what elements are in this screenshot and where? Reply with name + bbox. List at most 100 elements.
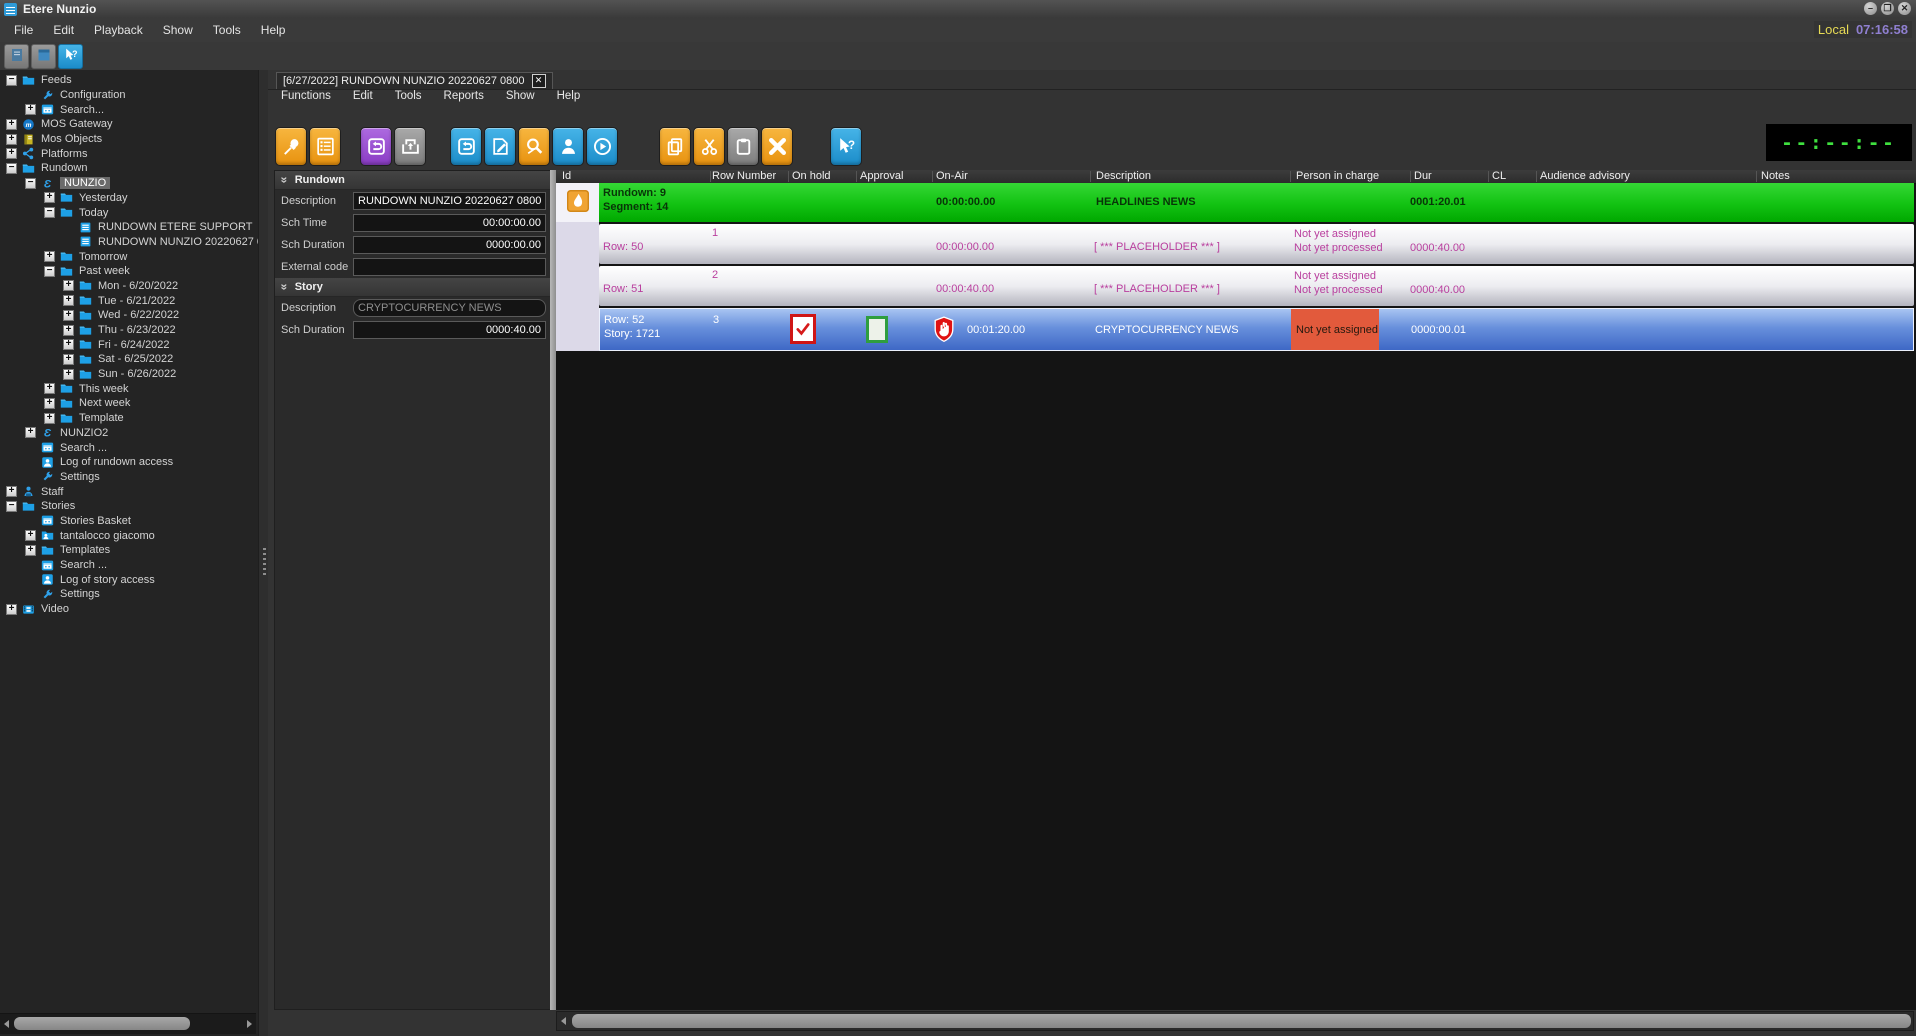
tree-item-past-week[interactable]: − Past week xyxy=(0,264,258,279)
column-separator[interactable] xyxy=(788,171,789,182)
column-header-on-air[interactable]: On-Air xyxy=(936,170,968,183)
menu-playback[interactable]: Playback xyxy=(84,23,153,37)
plus-expander-icon[interactable]: + xyxy=(63,280,74,292)
column-header-on-hold[interactable]: On hold xyxy=(792,170,831,183)
tree-item-next-week[interactable]: + Next week xyxy=(0,396,258,411)
tree-item-configuration[interactable]: Configuration xyxy=(0,88,258,103)
story-row-row-50[interactable]: 1 Row: 50 00:00:00.00 [ *** PLACEHOLDER ***… xyxy=(599,224,1914,264)
tree-item-stories[interactable]: − Stories xyxy=(0,499,258,514)
menu-file[interactable]: File xyxy=(4,23,43,37)
story-section-header[interactable]: » Story xyxy=(275,278,555,297)
tree-item-rundown-etere-support[interactable]: RUNDOWN ETERE SUPPORT xyxy=(0,220,258,235)
plus-expander-icon[interactable]: + xyxy=(6,148,17,160)
column-header-approval[interactable]: Approval xyxy=(860,170,903,183)
close-button[interactable]: ✕ xyxy=(1898,2,1911,15)
tree-item-nunzio2[interactable]: + Ɛ NUNZIO2 xyxy=(0,426,258,441)
column-separator[interactable] xyxy=(856,171,857,182)
delete-button[interactable] xyxy=(761,126,793,166)
story-row-selected[interactable]: Row: 52 Story: 1721 3 00:01:20.00 CRYPTOCURR… xyxy=(599,308,1914,351)
column-separator[interactable] xyxy=(932,171,933,182)
column-header-cl[interactable]: CL xyxy=(1492,170,1506,183)
tab-close-icon[interactable]: ✕ xyxy=(531,74,546,88)
restore-button[interactable]: ❐ xyxy=(1881,2,1894,15)
scroll-left-arrow-icon[interactable] xyxy=(561,1017,566,1025)
tree-item-wed-6-22-2022[interactable]: + Wed - 6/22/2022 xyxy=(0,308,258,323)
menu-edit[interactable]: Edit xyxy=(43,23,84,37)
playout-button[interactable] xyxy=(586,126,618,166)
plus-expander-icon[interactable]: + xyxy=(63,353,74,365)
column-separator[interactable] xyxy=(1536,171,1537,182)
rundown-description-input[interactable] xyxy=(353,192,546,210)
external-code-input[interactable] xyxy=(353,258,546,276)
copy-button[interactable] xyxy=(659,126,691,166)
doc-menu-reports[interactable]: Reports xyxy=(433,90,495,106)
tree-item-settings[interactable]: Settings xyxy=(0,470,258,485)
minus-expander-icon[interactable]: − xyxy=(44,207,55,219)
tree-item-staff[interactable]: + Staff xyxy=(0,484,258,499)
column-separator[interactable] xyxy=(1488,171,1489,182)
column-header-row-number[interactable]: Row Number xyxy=(712,170,776,183)
tree-item-settings[interactable]: Settings xyxy=(0,587,258,602)
menu-show[interactable]: Show xyxy=(153,23,203,37)
doc-menu-tools[interactable]: Tools xyxy=(384,90,433,106)
minus-expander-icon[interactable]: − xyxy=(44,265,55,277)
doc-menu-functions[interactable]: Functions xyxy=(270,90,342,106)
plus-expander-icon[interactable]: + xyxy=(44,383,55,395)
tree-item-stories-basket[interactable]: Stories Basket xyxy=(0,514,258,529)
tree-item-tantalocco-giacomo[interactable]: + tantalocco giacomo xyxy=(0,528,258,543)
context-help-button[interactable]: ? xyxy=(58,44,83,69)
plus-expander-icon[interactable]: + xyxy=(63,324,74,336)
column-header-person-in-charge[interactable]: Person in charge xyxy=(1296,170,1379,183)
column-separator[interactable] xyxy=(1410,171,1411,182)
plus-expander-icon[interactable]: + xyxy=(6,603,17,615)
segment-row[interactable]: Rundown: 9 Segment: 14 00:00:00.00 HEADLINE… xyxy=(599,183,1914,222)
tree-horizontal-scrollbar[interactable] xyxy=(0,1013,256,1034)
grid-horizontal-scrollbar[interactable] xyxy=(556,1011,1914,1031)
minus-expander-icon[interactable]: − xyxy=(6,162,17,174)
doc-menu-show[interactable]: Show xyxy=(495,90,546,106)
tree-item-feeds[interactable]: − Feeds xyxy=(0,73,258,88)
tree-item-nunzio[interactable]: − Ɛ NUNZIO xyxy=(0,176,258,191)
tree-item-platforms[interactable]: + Platforms xyxy=(0,146,258,161)
plus-expander-icon[interactable]: + xyxy=(44,251,55,263)
tree-item-search[interactable]: Search ... xyxy=(0,440,258,455)
plus-expander-icon[interactable]: + xyxy=(63,295,74,307)
column-header-notes[interactable]: Notes xyxy=(1761,170,1790,183)
column-header-id[interactable]: Id xyxy=(562,170,571,183)
tree-item-fri-6-24-2022[interactable]: + Fri - 6/24/2022 xyxy=(0,337,258,352)
move-story-button[interactable] xyxy=(360,126,392,166)
doc-menu-help[interactable]: Help xyxy=(546,90,592,106)
tree-item-rundown[interactable]: − Rundown xyxy=(0,161,258,176)
edit-story-button[interactable] xyxy=(484,126,516,166)
plus-expander-icon[interactable]: + xyxy=(6,486,17,498)
column-separator[interactable] xyxy=(1090,171,1091,182)
plus-expander-icon[interactable]: + xyxy=(25,544,36,556)
menu-help[interactable]: Help xyxy=(251,23,296,37)
rundown-tab[interactable]: [6/27/2022] RUNDOWN NUNZIO 20220627 0800… xyxy=(276,72,553,89)
tree-item-today[interactable]: − Today xyxy=(0,205,258,220)
tree-scroll-thumb[interactable] xyxy=(14,1017,190,1030)
tree-item-rundown-nunzio-20220627-08[interactable]: RUNDOWN NUNZIO 20220627 08 xyxy=(0,235,258,250)
search-button[interactable] xyxy=(518,126,550,166)
tree-item-template[interactable]: + Template xyxy=(0,411,258,426)
doc-menu-edit[interactable]: Edit xyxy=(342,90,384,106)
column-separator[interactable] xyxy=(1756,171,1757,182)
context-help-button[interactable]: ? xyxy=(830,126,862,166)
minimize-button[interactable]: – xyxy=(1864,2,1877,15)
tree-item-search[interactable]: + Search... xyxy=(0,102,258,117)
on-hold-checkbox[interactable] xyxy=(790,314,816,344)
tree-item-search[interactable]: Search ... xyxy=(0,558,258,573)
scroll-left-arrow-icon[interactable] xyxy=(4,1020,9,1028)
tree-item-this-week[interactable]: + This week xyxy=(0,381,258,396)
plus-expander-icon[interactable]: + xyxy=(25,427,36,439)
tree-item-log-of-rundown-access[interactable]: Log of rundown access xyxy=(0,455,258,470)
tree-item-templates[interactable]: + Templates xyxy=(0,543,258,558)
column-separator[interactable] xyxy=(710,171,711,182)
plus-expander-icon[interactable]: + xyxy=(25,104,36,116)
plus-expander-icon[interactable]: + xyxy=(44,397,55,409)
menu-tools[interactable]: Tools xyxy=(203,23,251,37)
column-separator[interactable] xyxy=(1290,171,1291,182)
tree-item-sat-6-25-2022[interactable]: + Sat - 6/25/2022 xyxy=(0,352,258,367)
minus-expander-icon[interactable]: − xyxy=(6,500,17,512)
tree-item-mon-6-20-2022[interactable]: + Mon - 6/20/2022 xyxy=(0,279,258,294)
